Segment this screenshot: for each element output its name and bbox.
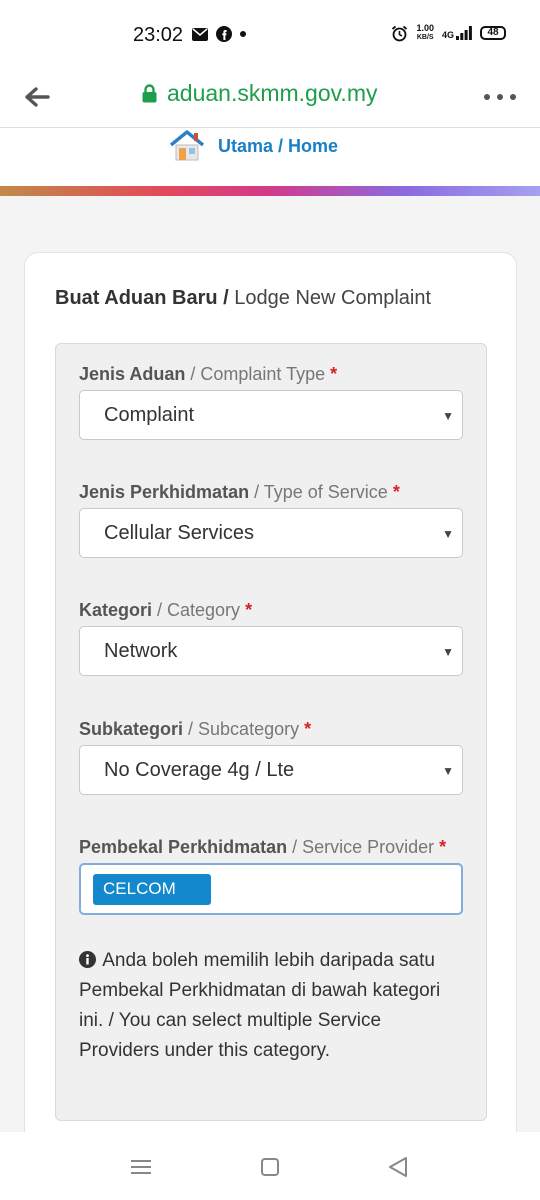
category-label: Kategori / Category * (79, 600, 253, 620)
complaint-type-label: Jenis Aduan / Complaint Type * (79, 364, 338, 384)
square-icon (261, 1158, 279, 1176)
page-title: Buat Aduan Baru / Lodge New Complaint (55, 287, 432, 309)
more-notifications-dot-icon (240, 31, 246, 37)
house-icon (169, 130, 205, 161)
back-nav-button[interactable] (385, 1154, 411, 1180)
complaint-card: Buat Aduan Baru / Lodge New Complaint Je… (24, 252, 517, 1152)
subcategory-label: Subkategori / Subcategory * (79, 719, 312, 739)
address-bar[interactable]: aduan.skmm.gov.my (142, 80, 377, 107)
arrow-left-icon (25, 87, 50, 107)
facebook-icon (216, 26, 232, 42)
complaint-type-select[interactable]: Complaint ▼ (79, 390, 463, 440)
url-text: aduan.skmm.gov.my (167, 80, 378, 106)
signal-icon (456, 26, 472, 40)
status-bar: 23:02 1.00 KB/S 4G 48 (0, 0, 540, 70)
caret-down-icon: ▼ (442, 527, 454, 541)
more-dots-icon (484, 94, 516, 100)
browser-toolbar: aduan.skmm.gov.my (0, 70, 540, 128)
back-button[interactable] (20, 80, 54, 114)
service-type-label: Jenis Perkhidmatan / Type of Service * (79, 482, 400, 502)
caret-down-icon: ▼ (442, 764, 454, 778)
alarm-icon (392, 25, 408, 41)
system-navigation-bar (0, 1132, 540, 1200)
service-type-select[interactable]: Cellular Services ▼ (79, 508, 463, 558)
menu-icon (131, 1160, 151, 1174)
selected-provider-chip[interactable]: CELCOM (93, 874, 211, 905)
triangle-back-icon (389, 1157, 407, 1177)
notification-icons (192, 26, 246, 42)
category-select[interactable]: Network ▼ (79, 626, 463, 676)
caret-down-icon: ▼ (442, 409, 454, 423)
info-icon (79, 951, 96, 968)
mail-icon (192, 27, 208, 41)
recent-apps-button[interactable] (128, 1154, 154, 1180)
more-options-button[interactable] (480, 80, 520, 114)
status-time: 23:02 (133, 24, 184, 46)
info-note: Anda boleh memilih lebih daripada satu P… (79, 950, 441, 1061)
home-link[interactable]: Utama / Home (168, 128, 338, 164)
signal-indicator: 4G (442, 26, 472, 40)
system-indicators: 1.00 KB/S 4G 48 (391, 24, 506, 42)
lock-icon (142, 84, 157, 103)
battery-icon: 48 (480, 26, 506, 40)
home-button[interactable] (257, 1154, 283, 1180)
breadcrumb: Utama / Home (0, 128, 540, 186)
service-provider-label: Pembekal Perkhidmatan / Service Provider… (79, 837, 447, 857)
complaint-form: Jenis Aduan / Complaint Type * Complaint… (55, 343, 487, 1121)
caret-down-icon: ▼ (442, 645, 454, 659)
home-label: Utama / Home (218, 135, 339, 156)
subcategory-select[interactable]: No Coverage 4g / Lte ▼ (79, 745, 463, 795)
service-provider-multiselect[interactable]: CELCOM (79, 863, 463, 915)
network-speed: 1.00 KB/S (416, 23, 434, 42)
header-gradient-divider (0, 186, 540, 196)
